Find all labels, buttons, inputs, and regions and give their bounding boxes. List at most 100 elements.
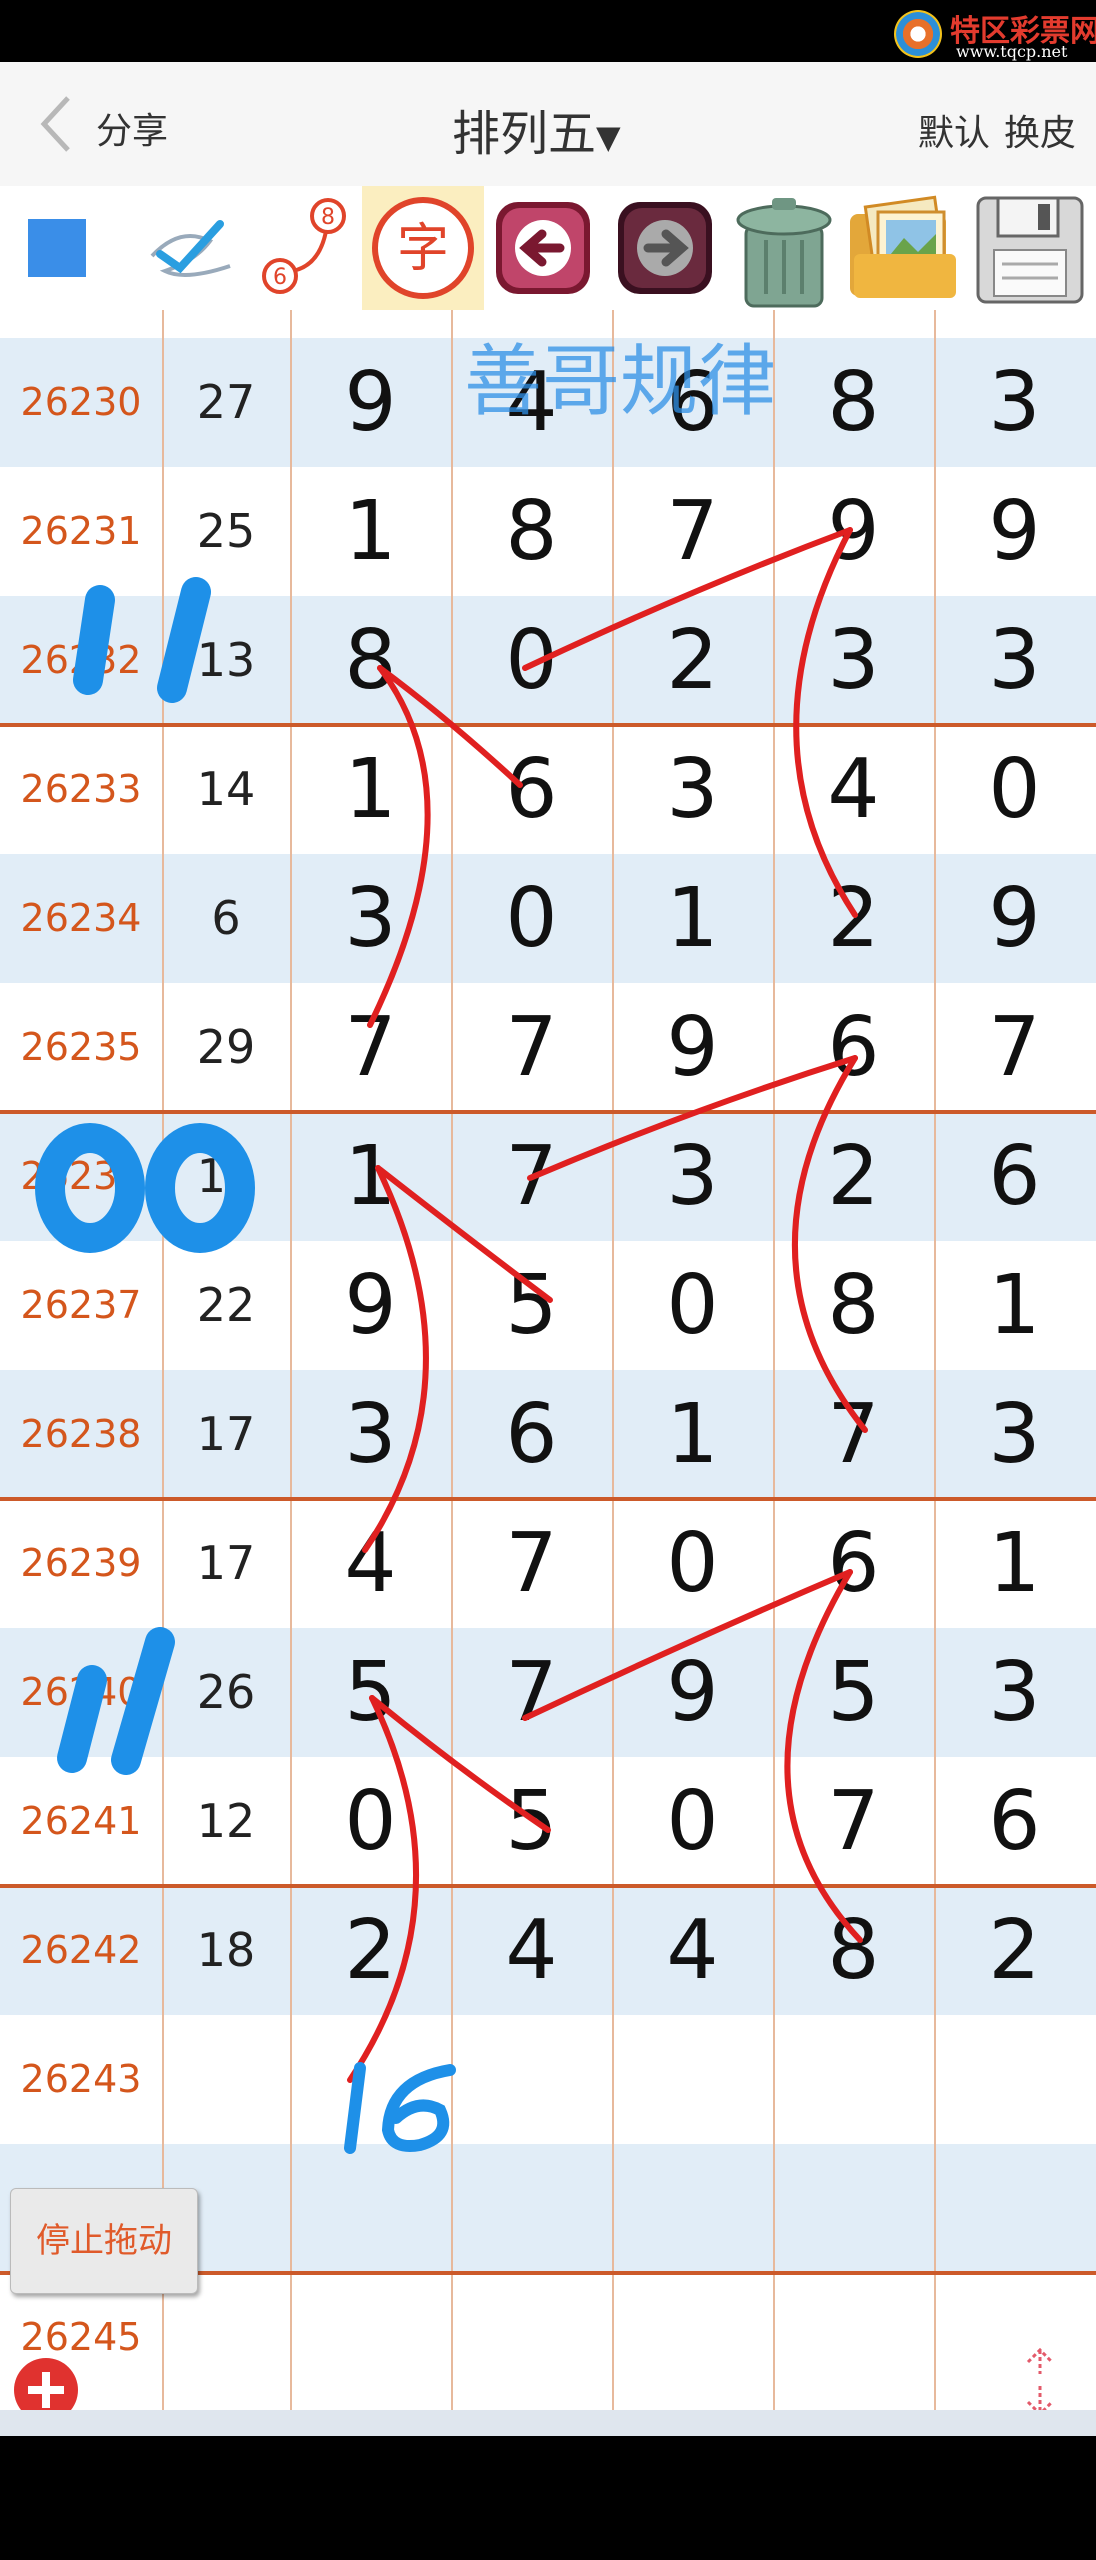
digit-cell[interactable]: 3 [934,596,1095,725]
digit-cell[interactable] [773,2273,934,2402]
digit-cell[interactable]: 2 [612,596,773,725]
digit-cell[interactable]: 4 [612,1886,773,2015]
digit-cell[interactable]: 2 [290,1886,451,2015]
digit-cell[interactable]: 4 [773,725,934,854]
digit-cell[interactable]: 7 [934,983,1095,1112]
digit-cell[interactable]: 8 [451,467,612,596]
digit-cell[interactable]: 3 [934,338,1095,467]
digit-cell[interactable] [773,2144,934,2273]
pen-tool-icon[interactable] [140,186,240,310]
digit-cell[interactable]: 2 [773,854,934,983]
scroll-arrows-icon[interactable] [1020,2344,1060,2420]
digit-cell[interactable]: 3 [290,1370,451,1499]
back-chevron-icon[interactable] [34,92,80,156]
digit-cell[interactable]: 5 [451,1757,612,1886]
digit-cell[interactable]: 9 [934,467,1095,596]
issue-number: 26238 [20,1412,142,1456]
digit-cell[interactable]: 0 [612,1499,773,1628]
digit-cell[interactable]: 8 [773,1241,934,1370]
undo-icon[interactable] [490,186,596,310]
digit-cell[interactable] [290,2144,451,2273]
digit-cell[interactable]: 1 [934,1241,1095,1370]
digit-cell[interactable]: 6 [773,983,934,1112]
digit-cell[interactable]: 9 [934,854,1095,983]
digit-cell[interactable]: 6 [934,1757,1095,1886]
digit-cell[interactable]: 7 [451,1112,612,1241]
digit-cell[interactable] [934,2273,1095,2402]
digit-cell[interactable]: 0 [451,854,612,983]
digit-cell[interactable]: 7 [451,1628,612,1757]
digit-cell[interactable]: 1 [612,854,773,983]
lottery-type-selector[interactable]: 排列五▼ [452,94,621,164]
digit-cell[interactable]: 9 [290,338,451,467]
digit-cell[interactable]: 6 [612,338,773,467]
digit-cell[interactable] [451,2273,612,2402]
share-button[interactable]: 分享 [96,102,168,154]
digit-cell[interactable]: 3 [934,1370,1095,1499]
digit-cell[interactable]: 3 [612,1112,773,1241]
digit-cell[interactable]: 1 [290,1112,451,1241]
status-bar: 特区彩票网 www.tqcp.net [0,0,1096,62]
digit-cell[interactable]: 6 [773,1499,934,1628]
digit-cell[interactable]: 5 [451,1241,612,1370]
digit-cell[interactable]: 4 [451,338,612,467]
digit-cell[interactable]: 5 [773,1628,934,1757]
digit-cell[interactable]: 7 [451,1499,612,1628]
sum-value: 12 [196,1794,256,1848]
redo-icon[interactable] [612,186,718,310]
digit-cell[interactable]: 9 [612,983,773,1112]
digit-cell[interactable] [290,2015,451,2144]
digit-cell[interactable]: 0 [612,1241,773,1370]
digit-cell[interactable] [451,2015,612,2144]
digit-cell[interactable]: 8 [290,596,451,725]
digit-cell[interactable] [612,2144,773,2273]
stop-drag-button[interactable]: 停止拖动 [10,2188,198,2294]
digit-cell[interactable]: 1 [612,1370,773,1499]
digit-cell[interactable] [934,2015,1095,2144]
digit-cell[interactable] [290,2273,451,2402]
digit-cell[interactable]: 9 [773,467,934,596]
digit-cell[interactable]: 6 [934,1112,1095,1241]
digit-cell[interactable] [612,2015,773,2144]
digit-cell[interactable]: 0 [612,1757,773,1886]
digit-cell[interactable] [773,2015,934,2144]
digit-cell[interactable]: 1 [934,1499,1095,1628]
digit-cell[interactable] [451,2144,612,2273]
column-divider [773,310,775,2410]
digit-cell[interactable]: 4 [451,1886,612,2015]
digit-cell[interactable]: 2 [773,1112,934,1241]
digit-cell[interactable]: 8 [773,338,934,467]
digit-cell[interactable]: 6 [451,1370,612,1499]
digit-cell[interactable] [612,2273,773,2402]
digit-cell[interactable]: 7 [451,983,612,1112]
digit-cell[interactable]: 3 [612,725,773,854]
digit-cell[interactable]: 3 [934,1628,1095,1757]
digit-cell[interactable]: 3 [773,596,934,725]
save-icon[interactable] [972,186,1088,310]
digit-cell[interactable]: 7 [612,467,773,596]
digit-cell[interactable]: 9 [290,1241,451,1370]
digit-cell[interactable]: 4 [290,1499,451,1628]
default-skin-button[interactable]: 默认 [918,113,990,154]
digit-cell[interactable]: 1 [290,725,451,854]
digit-cell[interactable]: 7 [773,1370,934,1499]
digit-cell[interactable]: 0 [451,596,612,725]
digit-cell[interactable]: 8 [773,1886,934,2015]
digit-cell[interactable]: 2 [934,1886,1095,2015]
digit-cell[interactable]: 7 [290,983,451,1112]
digit-cell[interactable]: 0 [934,725,1095,854]
trash-icon[interactable] [726,186,842,310]
text-tool-icon[interactable]: 字 [362,186,484,310]
digit-cell[interactable]: 7 [773,1757,934,1886]
digit-cell[interactable]: 5 [290,1628,451,1757]
digit-cell[interactable]: 1 [290,467,451,596]
square-tool-icon[interactable] [18,186,98,310]
digit-cell[interactable]: 9 [612,1628,773,1757]
digit-cell[interactable] [934,2144,1095,2273]
connect-tool-icon[interactable]: 8 6 [254,186,346,310]
gallery-icon[interactable] [844,186,968,310]
digit-cell[interactable]: 3 [290,854,451,983]
digit-cell[interactable]: 0 [290,1757,451,1886]
digit-cell[interactable]: 6 [451,725,612,854]
change-skin-button[interactable]: 换皮 [1004,113,1076,154]
